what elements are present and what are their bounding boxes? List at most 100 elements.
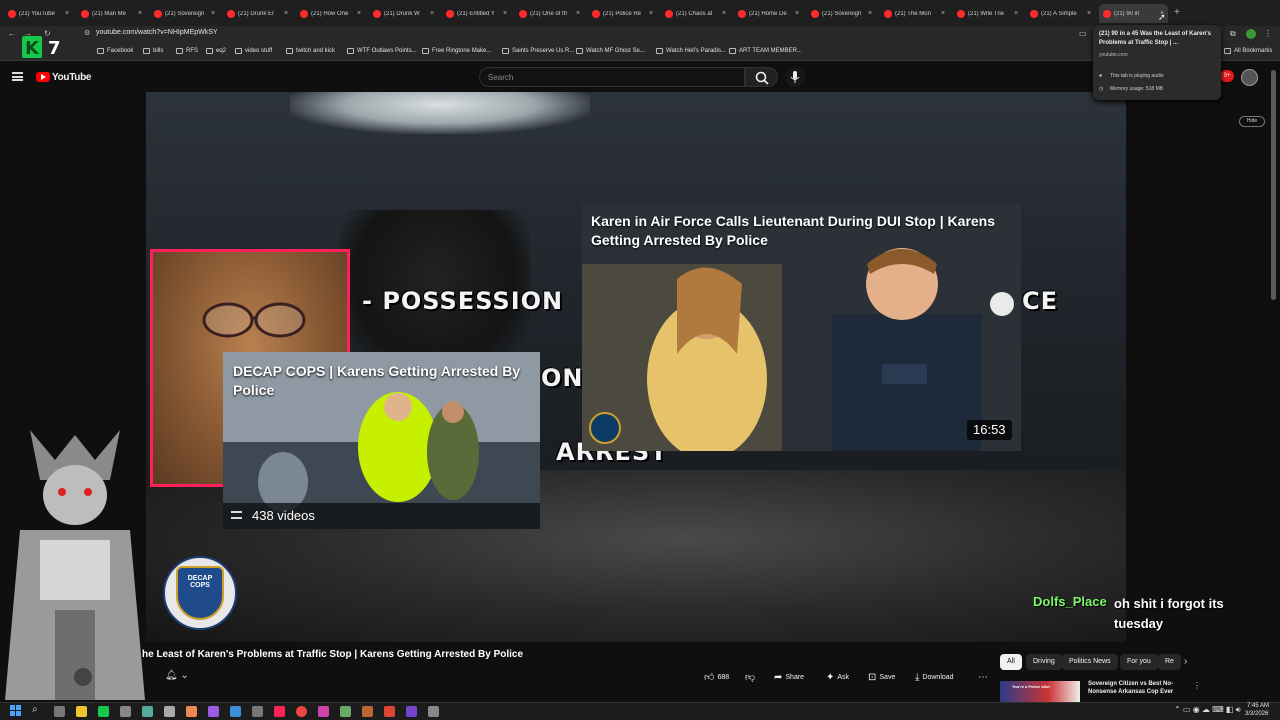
browser-tab[interactable]: (21) YouTube × (4, 4, 73, 23)
close-tab-icon[interactable]: × (211, 10, 215, 17)
close-tab-icon[interactable]: × (138, 10, 142, 17)
close-tab-icon[interactable]: × (722, 10, 726, 17)
browser-tab[interactable]: (21) Drunk Er × (223, 4, 292, 23)
app-icon[interactable] (362, 706, 373, 717)
clock-time[interactable]: 7:45 AM (1247, 703, 1269, 709)
windows-start-icon[interactable] (10, 705, 21, 716)
app-icon[interactable] (164, 706, 175, 717)
bookmark-item[interactable]: Watch Hell's Paradis... (656, 48, 726, 54)
close-tab-icon[interactable]: × (430, 10, 434, 17)
app-icon[interactable] (142, 706, 153, 717)
browser-tab[interactable]: (21) The Mon × (880, 4, 949, 23)
chip-politics-news[interactable]: Politics News (1062, 654, 1118, 670)
close-tab-icon[interactable]: × (649, 10, 653, 17)
bookmark-item[interactable]: ART TEAM MEMBER... (729, 48, 802, 54)
account-avatar[interactable] (1241, 69, 1258, 86)
browser-tab[interactable]: (21) Sovereign × (807, 4, 876, 23)
chevron-right-icon[interactable]: › (1184, 656, 1187, 667)
app-icon[interactable] (186, 706, 197, 717)
taskbar-search-icon[interactable]: ⌕ (32, 704, 38, 715)
save-button[interactable]: ⊡ Save (868, 669, 895, 685)
app-icon[interactable] (384, 706, 395, 717)
profile-avatar[interactable] (1246, 29, 1256, 39)
chip-all[interactable]: All (1000, 654, 1022, 670)
browser-tab[interactable]: (21) Sovereign × (150, 4, 219, 23)
browser-tab[interactable]: (21) How One × (296, 4, 365, 23)
hide-button[interactable]: Hide (1239, 116, 1265, 127)
app-icon[interactable] (340, 706, 351, 717)
close-tab-icon[interactable]: × (795, 10, 799, 17)
bookmark-item[interactable]: video stuff (235, 48, 272, 54)
browser-menu-icon[interactable]: ⋮ (1264, 29, 1272, 38)
ask-button[interactable]: ✦ Ask (826, 669, 849, 685)
close-tab-icon[interactable]: × (576, 10, 580, 17)
cast-icon[interactable]: ▭ (1079, 29, 1087, 38)
extensions-icon[interactable]: ⧉ (1230, 29, 1236, 39)
close-tab-icon[interactable]: × (357, 10, 361, 17)
chip-for-you[interactable]: For you (1120, 654, 1158, 670)
close-tab-icon[interactable]: × (868, 10, 872, 17)
close-tab-icon[interactable]: × (503, 10, 507, 17)
chrome-icon[interactable] (296, 706, 307, 717)
app-icon[interactable] (98, 706, 109, 717)
search-input[interactable]: Search (479, 67, 745, 87)
bookmark-item[interactable]: Facebook (97, 48, 133, 54)
chip-driving[interactable]: Driving (1026, 654, 1062, 670)
app-icon[interactable] (208, 706, 219, 717)
close-tab-icon[interactable]: × (1087, 10, 1091, 17)
endcard-playlist-title[interactable]: DECAP COPS | Karens Getting Arrested By … (233, 362, 533, 400)
browser-tab[interactable]: (21) Home De × (734, 4, 803, 23)
voice-search-button[interactable] (785, 67, 805, 87)
all-bookmarks[interactable]: All Bookmarks (1224, 48, 1272, 54)
browser-tab[interactable]: (21) Police Re × (588, 4, 657, 23)
app-icon[interactable] (406, 706, 417, 717)
bookmark-item[interactable]: Watch MF Ghost Se... (576, 48, 645, 54)
subscribe-bell-icon[interactable]: 🔔︎ ⌄ (165, 670, 189, 681)
bookmark-item[interactable]: eq2 (206, 48, 226, 54)
chip-re[interactable]: Re (1158, 654, 1181, 670)
bookmark-item[interactable]: RFS (176, 48, 198, 54)
close-tab-icon[interactable]: × (284, 10, 288, 17)
app-icon[interactable] (230, 706, 241, 717)
browser-tab[interactable]: (21) A Simple × (1026, 4, 1095, 23)
bookmark-item[interactable]: twitch and kick (286, 48, 335, 54)
close-tab-icon[interactable]: × (1014, 10, 1018, 17)
app-icon[interactable] (318, 706, 329, 717)
back-icon[interactable]: ← (8, 29, 16, 38)
close-tab-icon[interactable]: × (941, 10, 945, 17)
guide-menu-icon[interactable] (12, 72, 23, 81)
site-info-icon[interactable]: ⚙ (84, 29, 90, 37)
recommendation-menu-icon[interactable]: ⋮ (1193, 681, 1201, 690)
bookmark-item[interactable]: WTF Outlaws Points... (347, 48, 417, 54)
file-explorer-icon[interactable] (76, 706, 87, 717)
notification-badge[interactable]: 9+ (1220, 70, 1234, 82)
browser-tab[interactable]: (21) Chaos at × (661, 4, 730, 23)
browser-tab[interactable]: (21) Man Me × (77, 4, 146, 23)
bookmark-item[interactable]: Free Ringtone Make... (422, 48, 491, 54)
url-text[interactable]: youtube.com/watch?v=NHIpMEpWkSY (96, 29, 218, 36)
browser-tab[interactable]: (21) Drunk W × (369, 4, 438, 23)
bookmark-item[interactable]: bills (143, 48, 163, 54)
youtube-logo-icon[interactable] (36, 72, 50, 82)
task-view-icon[interactable] (54, 706, 65, 717)
download-button[interactable]: ⤓ Download (915, 669, 954, 685)
share-button[interactable]: ➦ Share (774, 669, 804, 685)
app-icon[interactable] (252, 706, 263, 717)
settings-icon[interactable] (428, 706, 439, 717)
browser-tab[interactable]: (21) Wife Trie × (953, 4, 1022, 23)
like-button[interactable]: 👍︎ 688 (704, 669, 729, 685)
browser-tab[interactable]: (21) One of th × (515, 4, 584, 23)
more-actions-icon[interactable]: ⋯ (978, 669, 988, 685)
new-tab-icon[interactable]: + (1174, 7, 1180, 18)
youtube-brand[interactable]: YouTube (52, 72, 92, 83)
bookmark-item[interactable]: Saints Preserve Us R... (502, 48, 574, 54)
close-tab-icon[interactable]: × (65, 10, 69, 17)
page-scrollbar[interactable] (1271, 70, 1276, 300)
channel-avatar[interactable] (74, 668, 92, 686)
app-icon[interactable] (274, 706, 285, 717)
app-icon[interactable] (120, 706, 131, 717)
dislike-button[interactable]: 👎︎ (745, 669, 755, 685)
clock-date[interactable]: 3/3/2026 (1245, 711, 1268, 717)
tray-icons[interactable]: ⌃ ▭ ◉ ☁ ⌨ ◧ 🔊︎ (1174, 705, 1241, 715)
browser-tab[interactable]: (21) Entitled Y × (442, 4, 511, 23)
